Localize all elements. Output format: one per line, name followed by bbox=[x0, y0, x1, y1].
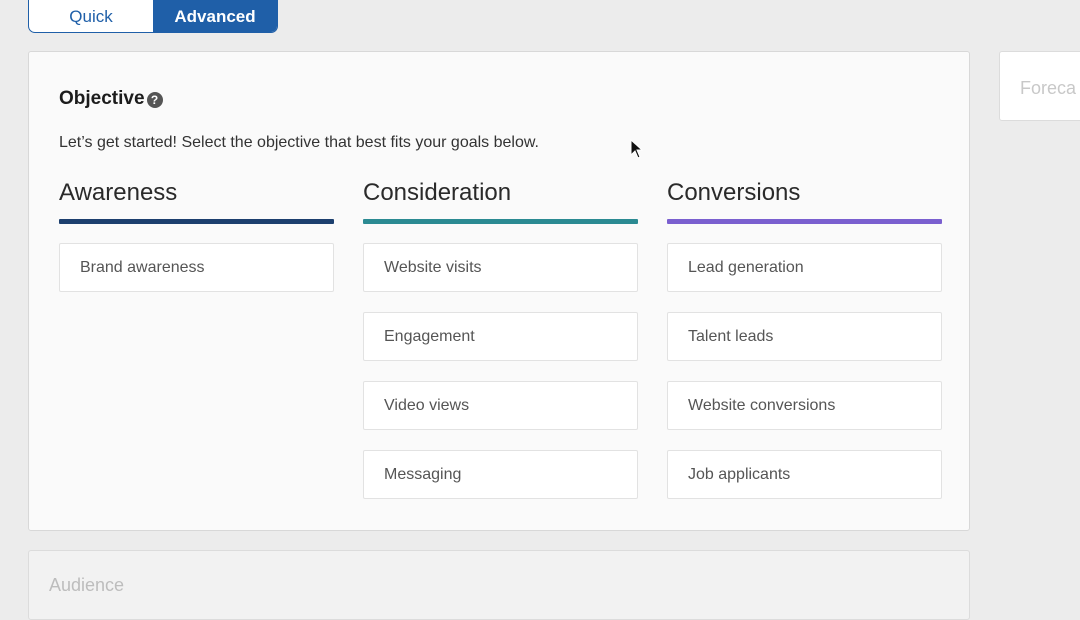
objective-title-row: Objective ? bbox=[59, 88, 163, 110]
consideration-title: Consideration bbox=[363, 179, 512, 206]
objective-option-website-visits[interactable]: Website visits bbox=[363, 243, 638, 292]
objective-subtitle: Let’s get started! Select the objective … bbox=[59, 134, 539, 151]
awareness-title: Awareness bbox=[59, 179, 178, 206]
consideration-column: Consideration Website visits Engagement … bbox=[363, 178, 638, 499]
objective-option-website-conversions[interactable]: Website conversions bbox=[667, 381, 942, 430]
help-icon[interactable]: ? bbox=[146, 92, 163, 108]
awareness-bar bbox=[59, 219, 334, 224]
objective-option-lead-generation[interactable]: Lead generation bbox=[667, 243, 942, 292]
audience-section[interactable]: Audience bbox=[28, 550, 970, 620]
conversions-bar bbox=[667, 219, 942, 224]
advanced-mode-button[interactable]: Advanced bbox=[153, 0, 277, 32]
campaign-mode-toggle: Quick Advanced bbox=[28, 0, 278, 33]
quick-mode-button[interactable]: Quick bbox=[29, 0, 153, 32]
objective-option-messaging[interactable]: Messaging bbox=[363, 450, 638, 499]
objective-option-talent-leads[interactable]: Talent leads bbox=[667, 312, 942, 361]
forecast-panel: Foreca bbox=[999, 51, 1080, 121]
objective-option-engagement[interactable]: Engagement bbox=[363, 312, 638, 361]
audience-title: Audience bbox=[49, 575, 125, 595]
objective-card: Objective ? Let’s get started! Select th… bbox=[28, 51, 970, 531]
mouse-pointer-icon bbox=[630, 139, 644, 159]
conversions-title: Conversions bbox=[667, 179, 801, 206]
objective-option-brand-awareness[interactable]: Brand awareness bbox=[59, 243, 334, 292]
consideration-bar bbox=[363, 219, 638, 224]
objective-option-job-applicants[interactable]: Job applicants bbox=[667, 450, 942, 499]
objective-title: Objective bbox=[59, 88, 145, 109]
objective-option-video-views[interactable]: Video views bbox=[363, 381, 638, 430]
awareness-column: Awareness Brand awareness bbox=[59, 178, 334, 292]
forecast-label: Foreca bbox=[1020, 78, 1077, 98]
conversions-column: Conversions Lead generation Talent leads… bbox=[667, 178, 942, 499]
